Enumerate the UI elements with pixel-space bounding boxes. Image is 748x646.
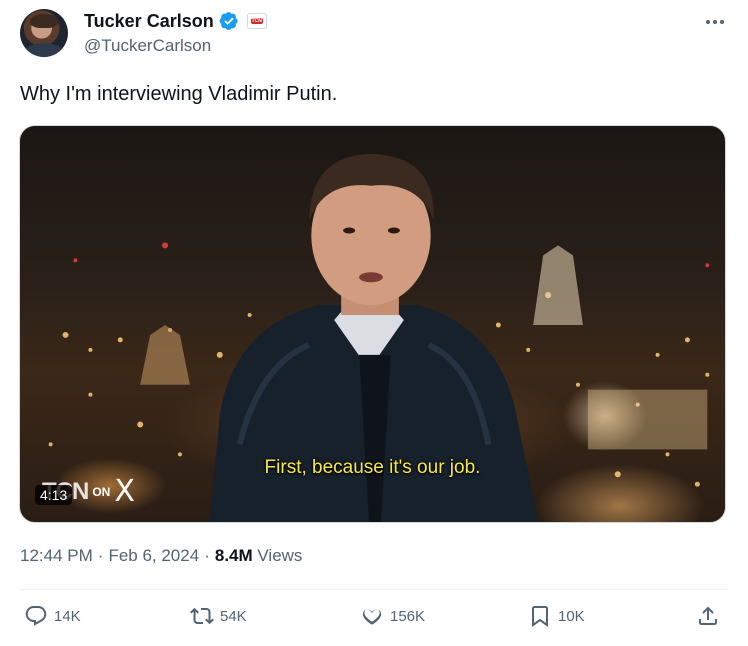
author-avatar[interactable] bbox=[20, 9, 68, 57]
more-icon[interactable] bbox=[704, 12, 726, 32]
brand-on-text: ON bbox=[92, 485, 111, 499]
tweet-time[interactable]: 12:44 PM bbox=[20, 546, 93, 566]
author-name[interactable]: Tucker Carlson bbox=[84, 11, 214, 32]
avatar-shirt bbox=[24, 43, 64, 57]
reply-button[interactable]: 14K bbox=[24, 604, 81, 628]
like-count: 156K bbox=[390, 607, 426, 625]
avatar-hair bbox=[30, 14, 58, 28]
repost-icon bbox=[190, 607, 214, 625]
brand-x-text: X bbox=[114, 474, 135, 509]
like-button[interactable]: 156K bbox=[360, 604, 425, 628]
affiliate-badge-label: TCN bbox=[250, 18, 263, 24]
tweet-meta: 12:44 PM · Feb 6, 2024 · 8.4M Views bbox=[20, 546, 302, 566]
video-duration: 4:13 bbox=[35, 485, 73, 505]
meta-separator: · bbox=[204, 546, 210, 565]
affiliate-badge[interactable]: TCN bbox=[246, 13, 267, 29]
views-count[interactable]: 8.4M bbox=[215, 546, 253, 565]
verified-badge-icon[interactable] bbox=[219, 11, 239, 31]
repost-button[interactable]: 54K bbox=[190, 604, 247, 628]
like-icon bbox=[362, 609, 382, 625]
divider bbox=[20, 589, 728, 590]
author-name-row: Tucker Carlson TCN bbox=[84, 10, 267, 32]
tweet-text: Why I'm interviewing Vladimir Putin. bbox=[20, 83, 338, 105]
bookmark-button[interactable]: 10K bbox=[528, 604, 585, 628]
repost-count: 54K bbox=[220, 607, 247, 625]
bookmark-icon bbox=[532, 606, 548, 627]
tweet-date[interactable]: Feb 6, 2024 bbox=[108, 546, 199, 566]
reply-count: 14K bbox=[54, 607, 81, 625]
meta-separator: · bbox=[97, 546, 104, 565]
reply-icon bbox=[25, 606, 47, 626]
share-button[interactable] bbox=[696, 604, 720, 628]
bookmark-count: 10K bbox=[558, 607, 585, 625]
video-player[interactable]: First, because it's our job. TCN ON X 4:… bbox=[19, 125, 726, 523]
author-handle[interactable]: @TuckerCarlson bbox=[84, 36, 211, 56]
share-icon bbox=[699, 606, 717, 625]
views-label: Views bbox=[257, 546, 303, 565]
